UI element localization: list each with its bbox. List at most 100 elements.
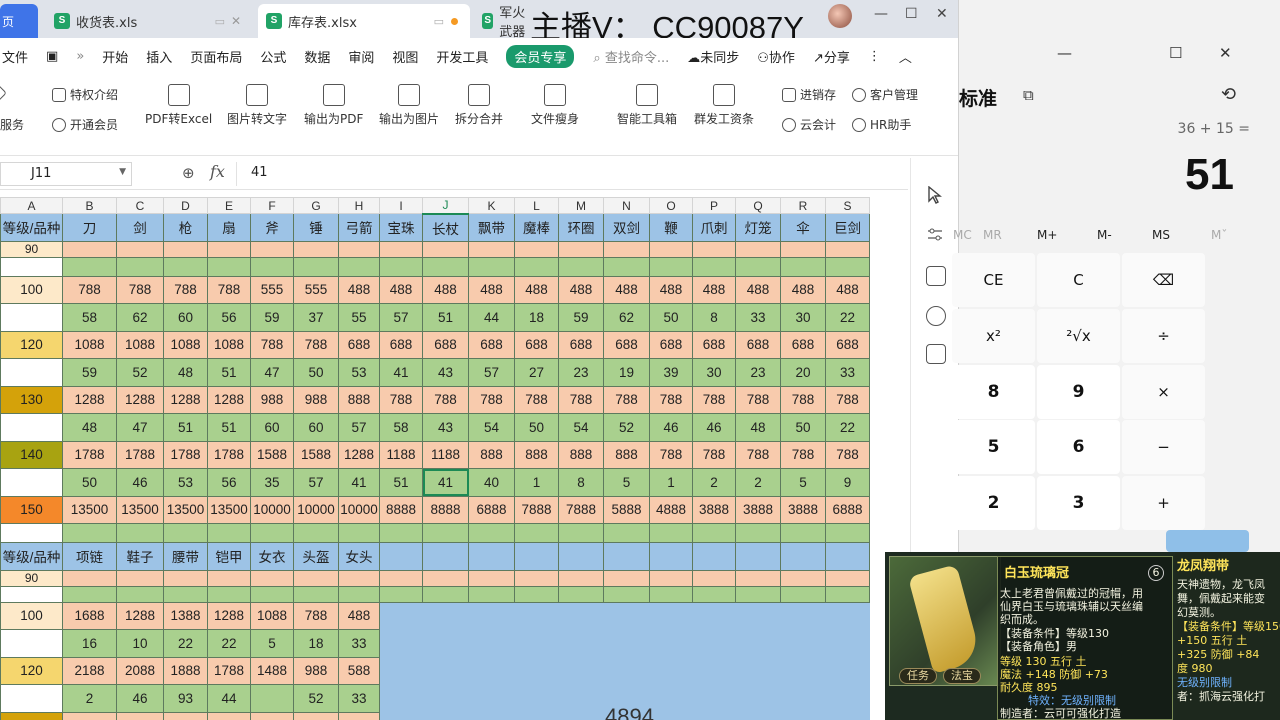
merged-cell[interactable] [649,629,693,658]
stock-cell[interactable]: 46 [649,413,693,442]
stock-cell[interactable]: 30 [692,358,736,387]
column-header-M[interactable]: M [558,197,604,214]
stock-cell[interactable]: 48 [163,358,208,387]
price-cell[interactable]: 13500 [62,495,117,524]
merged-cell[interactable] [514,684,559,713]
stock-cell[interactable] [558,585,604,603]
digit-6-button[interactable]: 6 [1037,420,1120,474]
stock-cell[interactable] [468,256,515,277]
sheet-table[interactable]: A B C D E F G H I J K L M N O P Q R S 等级/品种刀剑枪扇斧锤弓箭 宝珠 长杖 飘带 魔棒… [0,197,870,720]
price-cell[interactable]: 1088 [250,601,294,630]
price-cell[interactable]: 688 [735,330,781,359]
header-cell[interactable] [422,542,469,571]
price-cell[interactable]: 10000 [293,495,339,524]
price-cell[interactable]: 488 [780,275,826,304]
price-cell[interactable]: 1488 [250,711,294,720]
clear-entry-button[interactable]: CE [952,253,1035,307]
stock-cell[interactable] [62,256,117,277]
stock-cell[interactable]: 50 [293,358,339,387]
stock-cell[interactable] [603,585,650,603]
header-cell[interactable]: 灯笼 [735,213,781,242]
calc-minimize-button[interactable]: — [1057,44,1072,62]
price-cell[interactable]: 1288 [163,385,208,414]
header-cell[interactable]: 锤 [293,213,339,242]
stock-cell[interactable] [735,523,781,543]
ribbon-inventory[interactable]: 进销存 [782,86,836,103]
price-cell[interactable] [558,569,604,587]
stock-cell[interactable]: 50 [649,303,693,332]
level-cell[interactable]: 90 [0,569,63,587]
price-cell[interactable]: 888 [468,440,515,469]
merged-cell[interactable] [514,711,559,720]
cube-root-button[interactable]: ²√x [1037,309,1120,363]
stock-cell[interactable]: 59 [62,358,117,387]
merged-cell[interactable] [514,601,559,630]
stock-cell[interactable] [649,523,693,543]
header-cell[interactable] [514,542,559,571]
column-header-R[interactable]: R [780,197,826,214]
price-cell[interactable] [379,240,423,258]
merged-cell[interactable] [780,601,826,630]
stock-cell[interactable]: 8 [692,303,736,332]
price-cell[interactable]: 988 [293,656,339,685]
merged-cell[interactable] [558,601,604,630]
stock-cell[interactable] [468,585,515,603]
digit-3-button[interactable]: 3 [1037,476,1120,530]
price-cell[interactable]: 688 [379,330,423,359]
stock-cell[interactable]: 30 [780,303,826,332]
level-cell[interactable] [0,256,63,277]
merged-cell[interactable] [692,601,736,630]
stock-cell[interactable]: 47 [250,358,294,387]
merged-cell[interactable] [422,684,469,713]
stock-cell[interactable] [250,684,294,713]
stock-cell[interactable] [603,523,650,543]
price-cell[interactable]: 1088 [62,330,117,359]
price-cell[interactable] [514,569,559,587]
price-cell[interactable]: 3088 [116,711,164,720]
digit-2-button[interactable]: 2 [952,476,1035,530]
price-cell[interactable]: 788 [649,440,693,469]
equals-button[interactable] [1166,530,1249,552]
header-cell[interactable]: 双剑 [603,213,650,242]
stock-cell[interactable]: 60 [250,413,294,442]
price-cell[interactable]: 988 [250,385,294,414]
merged-cell[interactable] [603,629,650,658]
price-cell[interactable]: 1788 [207,440,251,469]
stock-cell[interactable]: 37 [293,303,339,332]
stock-cell[interactable] [293,256,339,277]
merged-cell[interactable] [735,601,781,630]
merged-cell[interactable] [422,601,469,630]
merged-cell[interactable] [514,629,559,658]
close-button[interactable]: ✕ [936,6,948,22]
price-cell[interactable]: 1088 [116,330,164,359]
payroll-send-button[interactable]: 群发工资条 [694,84,754,127]
price-cell[interactable]: 488 [825,275,870,304]
merged-cell[interactable] [603,656,650,685]
stock-cell[interactable] [163,585,208,603]
stock-cell[interactable] [379,585,423,603]
column-header-J[interactable]: J [422,197,469,215]
price-cell[interactable]: 13500 [207,495,251,524]
price-cell[interactable]: 1588 [250,440,294,469]
stock-cell[interactable] [825,256,870,277]
ribbon-open-vip[interactable]: 开通会员 [52,116,118,133]
price-cell[interactable] [250,569,294,587]
price-cell[interactable]: 1188 [379,440,423,469]
chevron-down-icon[interactable]: ▼ [119,167,126,177]
sliders-icon[interactable] [926,226,946,246]
price-cell[interactable] [780,240,826,258]
header-cell[interactable]: 宝珠 [379,213,423,242]
ribbon-cloud-accounting[interactable]: 云会计 [782,116,836,133]
price-cell[interactable]: 488 [603,275,650,304]
price-cell[interactable] [293,240,339,258]
price-cell[interactable]: 1588 [293,440,339,469]
price-cell[interactable]: 888 [558,440,604,469]
stock-cell[interactable]: 22 [207,629,251,658]
price-cell[interactable]: 2088 [116,656,164,685]
shop-icon[interactable] [926,344,946,364]
price-cell[interactable] [603,569,650,587]
price-cell[interactable]: 788 [649,385,693,414]
stock-cell[interactable]: 57 [468,358,515,387]
header-cell[interactable]: 鞭 [649,213,693,242]
level-cell[interactable]: 140 [0,440,63,469]
